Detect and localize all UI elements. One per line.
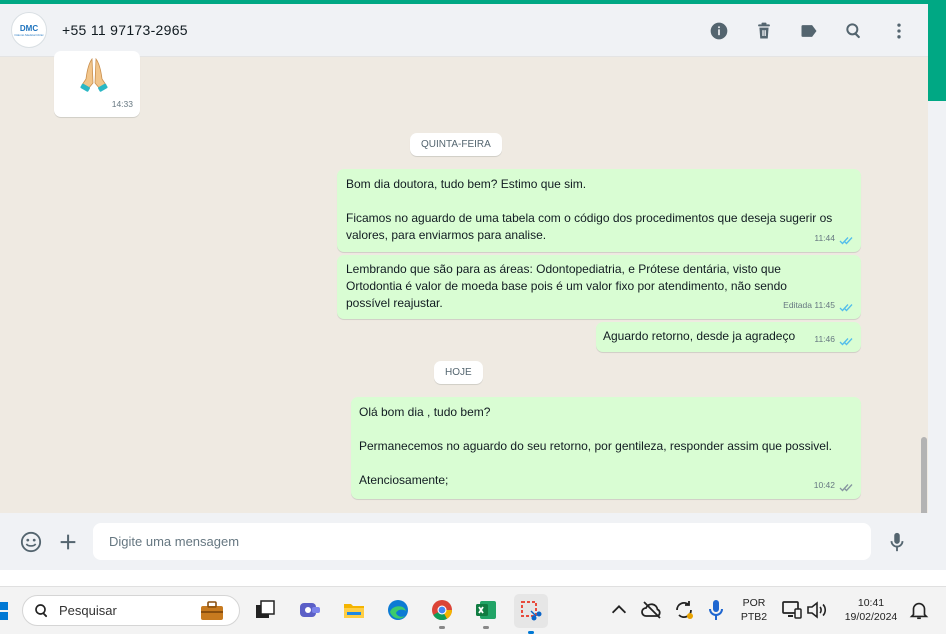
snipping-tool-icon[interactable] [514, 594, 548, 634]
microphone-icon[interactable] [885, 530, 909, 554]
attach-plus-icon[interactable] [56, 530, 80, 554]
message-time: Editada 11:45 [783, 300, 835, 310]
message-text: Bom dia doutora, tudo bem? Estimo que si… [346, 177, 833, 242]
taskbar-search[interactable]: Pesquisar [22, 595, 240, 626]
outgoing-message[interactable]: Bom dia doutora, tudo bem? Estimo que si… [337, 169, 861, 252]
cloud-offline-icon[interactable] [640, 597, 664, 623]
running-indicator [439, 626, 445, 629]
outgoing-message[interactable]: Lembrando que são para as áreas: Odontop… [337, 255, 861, 319]
sync-icon[interactable] [672, 597, 696, 623]
message-time: 14:33 [111, 99, 133, 109]
trash-icon[interactable] [753, 20, 775, 42]
read-ticks-icon [839, 481, 853, 492]
search-icon[interactable] [843, 20, 865, 42]
task-view-icon[interactable] [252, 597, 278, 623]
menu-icon[interactable] [888, 20, 910, 42]
message-list[interactable]: 14:33 QUINTA-FEIRA Bom dia doutora, tudo… [0, 51, 928, 559]
read-ticks-icon [839, 234, 853, 245]
taskbar-search-label: Pesquisar [59, 603, 117, 618]
edge-icon[interactable] [385, 597, 411, 623]
date-divider-thursday: QUINTA-FEIRA [410, 133, 502, 156]
emoji-icon[interactable] [19, 530, 43, 554]
message-input[interactable] [93, 523, 871, 560]
header-actions [685, 4, 910, 57]
microphone-tray-icon[interactable] [704, 597, 728, 623]
windows-taskbar: Pesquisar POR PTB2 10:41 19/02/2024 [0, 586, 946, 634]
message-meta: Editada 11:45 [783, 297, 853, 314]
desktop-gap [0, 570, 946, 586]
contact-avatar[interactable]: DMC Odonto Medical Clinic [11, 12, 47, 48]
incoming-emoji-message[interactable]: 14:33 [54, 51, 140, 117]
date-divider-today: HOJE [434, 361, 483, 384]
chevron-up-icon[interactable] [608, 597, 630, 623]
read-ticks-icon [839, 301, 853, 312]
praying-hands-icon [80, 57, 108, 92]
windows-start-icon[interactable] [0, 601, 10, 621]
message-meta: 11:46 [814, 331, 853, 348]
network-icon[interactable] [780, 597, 804, 623]
message-time: 10:42 [813, 480, 835, 490]
language-indicator[interactable]: POR PTB2 [736, 596, 772, 624]
chat-window: DMC Odonto Medical Clinic +55 11 97173-2… [0, 4, 928, 570]
chrome-icon[interactable] [429, 597, 455, 629]
window-side-accent [928, 4, 946, 101]
message-time: 11:46 [814, 334, 835, 344]
chat-header[interactable]: DMC Odonto Medical Clinic +55 11 97173-2… [0, 4, 928, 57]
teams-icon[interactable] [297, 597, 323, 623]
read-ticks-icon [839, 335, 853, 346]
info-icon[interactable] [708, 20, 730, 42]
outgoing-message[interactable]: Aguardo retorno, desde ja agradeço 11:46 [596, 322, 861, 352]
label-icon[interactable] [798, 20, 820, 42]
message-text: Olá bom dia , tudo bem? Permanecemos no … [359, 405, 832, 487]
briefcase-icon [199, 600, 225, 622]
notification-bell-icon[interactable] [908, 597, 930, 623]
composer-bar [0, 513, 928, 570]
message-time: 11:44 [814, 233, 835, 243]
file-explorer-icon[interactable] [341, 597, 367, 623]
message-text: Lembrando que são para as áreas: Odontop… [346, 262, 787, 310]
excel-icon[interactable] [473, 597, 499, 629]
outgoing-message[interactable]: Olá bom dia , tudo bem? Permanecemos no … [351, 397, 861, 499]
message-meta: 11:44 [814, 230, 853, 247]
contact-name[interactable]: +55 11 97173-2965 [62, 22, 188, 38]
search-icon [35, 603, 48, 617]
running-indicator [483, 626, 489, 629]
volume-icon[interactable] [805, 597, 829, 623]
message-meta: 10:42 [814, 477, 853, 494]
system-clock[interactable]: 10:41 19/02/2024 [838, 596, 904, 624]
